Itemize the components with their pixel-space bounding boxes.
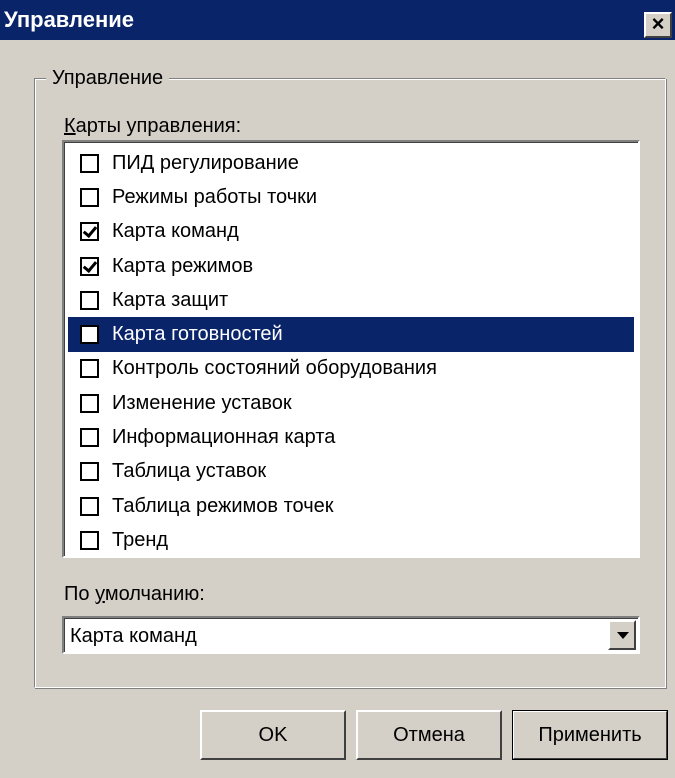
checkbox-checked-icon[interactable] [80, 256, 99, 276]
list-item[interactable]: Таблица режимов точек [68, 489, 634, 523]
checkbox-icon[interactable] [80, 290, 99, 310]
checkbox-icon[interactable] [80, 359, 99, 379]
list-item-label: Режимы работы точки [112, 185, 318, 208]
list-item[interactable]: Таблица уставок [68, 455, 634, 489]
default-card-select[interactable]: Карта команд [62, 616, 640, 654]
list-item[interactable]: Карта готовностей [68, 317, 634, 352]
dropdown-arrow-button[interactable] [608, 620, 636, 650]
list-item[interactable]: Карта защит [68, 283, 634, 317]
list-item-label: Карта режимов [112, 254, 254, 277]
list-item[interactable]: Тренд [68, 523, 634, 556]
groupbox-title: Управление [46, 66, 170, 90]
list-item-label: Карта команд [112, 220, 239, 243]
checkbox-icon[interactable] [80, 393, 99, 413]
checkbox-icon[interactable] [80, 153, 99, 173]
list-item-label: Карта защит [112, 288, 229, 311]
list-item-label: Контроль состояний оборудования [112, 357, 437, 380]
list-item[interactable]: Контроль состояний оборудования [68, 352, 634, 386]
list-item[interactable]: Изменение уставок [68, 386, 634, 420]
list-item-label: Карта готовностей [112, 323, 283, 346]
list-item-label: Таблица уставок [112, 460, 267, 483]
cancel-button[interactable]: Отмена [356, 710, 502, 760]
checkbox-icon[interactable] [80, 496, 99, 516]
close-icon: × [651, 11, 665, 36]
list-item[interactable]: Информационная карта [68, 420, 634, 454]
list-item[interactable]: Карта команд [68, 215, 634, 249]
list-item-label: Изменение уставок [112, 391, 292, 414]
list-item-label: Информационная карта [112, 426, 336, 449]
list-item-label: ПИД регулирование [112, 151, 299, 174]
list-item[interactable]: ПИД регулирование [68, 146, 634, 180]
default-label: По умолчанию: [64, 583, 205, 605]
checkbox-checked-icon[interactable] [80, 222, 99, 242]
control-cards-list: ПИД регулирование Режимы работы точки Карт… [68, 146, 634, 556]
checkbox-icon[interactable] [80, 530, 99, 550]
checkbox-icon[interactable] [80, 187, 99, 207]
default-card-value: Карта команд [70, 625, 197, 647]
checkbox-icon[interactable] [80, 428, 99, 448]
control-dialog: Управление × Управление Карты управления… [0, 0, 675, 778]
list-item[interactable]: Режимы работы точки [68, 180, 634, 214]
close-button[interactable]: × [644, 12, 672, 38]
list-item-label: Таблица режимов точек [112, 494, 334, 517]
checkbox-icon[interactable] [80, 325, 99, 345]
checkbox-icon[interactable] [80, 462, 99, 482]
control-cards-label: Карты управления: [64, 115, 242, 137]
window-title: Управление [4, 7, 135, 32]
list-item-label: Тренд [112, 528, 169, 551]
title-bar[interactable]: Управление × [0, 0, 675, 40]
apply-button[interactable]: Применить [512, 710, 668, 760]
list-item[interactable]: Карта режимов [68, 249, 634, 283]
ok-button[interactable]: OK [200, 710, 346, 760]
control-cards-listbox[interactable]: ПИД регулирование Режимы работы точки Карт… [62, 140, 640, 558]
